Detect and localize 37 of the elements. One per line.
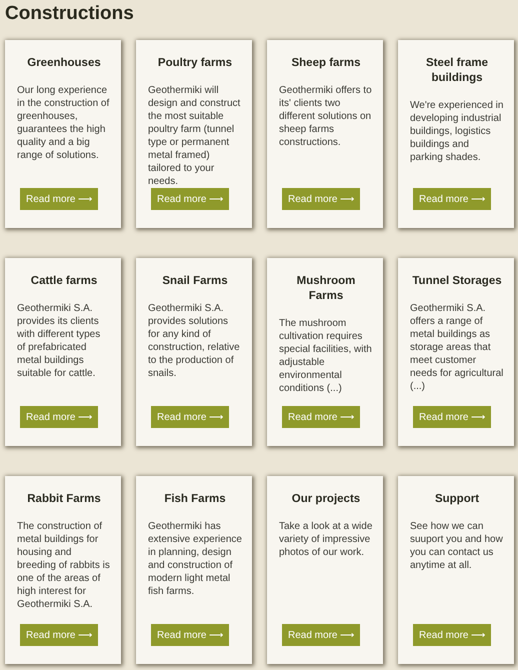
card-title: Fish Farms (163, 492, 227, 507)
read-more-button[interactable]: Read more ⟶ (282, 624, 360, 646)
card-description: Take a look at a wide variety of impressive photos of our work. (279, 520, 373, 560)
card-description: Geothermiki has extensive experience in planning, design and construction of modern light metal fish farms. (148, 520, 242, 599)
read-more-button[interactable]: Read more ⟶ (413, 188, 492, 210)
card-description: The mushroom cultivation requires special facilities, with adjustable environmental conditions (...) (279, 317, 373, 396)
page-heading: Constructions (5, 2, 135, 26)
card-description: We're experienced in developing industrial buildings, logistics buildings and parking shades. (410, 99, 504, 165)
card-title: Mushroom Farms (296, 274, 356, 304)
card-title: Tunnel Storages (411, 274, 503, 289)
card-description: The construction of metal buildings for housing and breeding of rabbits is one of the areas of high interest for Geothermiki S.A. (17, 520, 111, 612)
read-more-button[interactable]: Read more ⟶ (20, 624, 98, 646)
read-more-button[interactable]: Read more ⟶ (20, 188, 98, 210)
card-title: Our projects (290, 492, 362, 507)
read-more-button[interactable]: Read more ⟶ (151, 624, 230, 646)
card-description: Our long experience in the construction of greenhouses, guarantees the high quality and a big range of solutions. (17, 84, 110, 163)
read-more-button[interactable]: Read more ⟶ (282, 406, 360, 428)
card-title: Poultry farms (156, 56, 234, 71)
card-description: See how we can suuport you and how you can contact us anytime at all. (410, 520, 504, 573)
read-more-button[interactable]: Read more ⟶ (151, 406, 230, 428)
card-title: Greenhouses (26, 56, 102, 71)
card-description: Geothermiki S.A. provides its clients with different types of prefabricated metal buildings suitable for cattle. (17, 302, 102, 381)
card-description: Geothermiki offers to its' clients two different solutions on sheep farms constructions. (279, 84, 373, 150)
read-more-button[interactable]: Read more ⟶ (20, 406, 98, 428)
read-more-button[interactable]: Read more ⟶ (282, 188, 360, 210)
card-title: Rabbit Farms (26, 492, 102, 507)
card-description: Geothermiki S.A. provides solutions for any kind of construction, relative to the production of snails. (148, 302, 241, 381)
card-description: Geothermiki will design and construct the most suitable poultry farm (tunnel type or permanent metal framed) tailored to your needs. (148, 84, 242, 188)
card-title: Cattle farms (30, 274, 98, 289)
card-title: Support (434, 492, 480, 507)
card-description: Geothermiki S.A. offers a range of metal buildings as storage areas that meet customer needs for agricultural (...) (410, 302, 504, 394)
read-more-button[interactable]: Read more ⟶ (413, 406, 492, 428)
read-more-button[interactable]: Read more ⟶ (151, 188, 230, 210)
card-title: Steel frame buildings (424, 56, 489, 86)
card-title: Snail Farms (161, 274, 229, 289)
card-title: Sheep farms (290, 56, 362, 71)
read-more-button[interactable]: Read more ⟶ (413, 624, 492, 646)
